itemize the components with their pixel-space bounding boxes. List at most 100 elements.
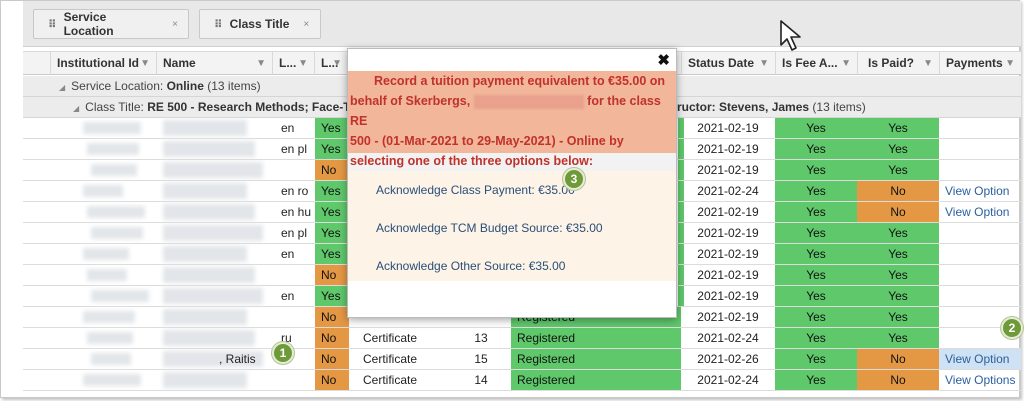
column-header-l2[interactable]: L... ▼ (314, 52, 348, 75)
column-header-is-paid[interactable]: Is Paid? ▼ (857, 52, 939, 75)
group-chip-class-title[interactable]: ⠿ Class Title × (199, 9, 321, 39)
table-row[interactable]: ru No Certificate 13 Registered 2021-02-24 Yes… (23, 328, 1021, 349)
group-row-class-title-tail: ructor: Stevens, James (13 items) (677, 97, 1021, 118)
group-chip-label: Class Title (229, 17, 290, 31)
filter-icon[interactable]: ▼ (298, 52, 308, 75)
number-cell: 15 (474, 352, 488, 366)
group-panel: ⠿ Service Location × ⠿ Class Title × (23, 1, 1021, 47)
status-date-cell: 2021-02-19 (697, 310, 759, 324)
view-option-link[interactable] (939, 265, 1021, 285)
l2-cell: No (315, 265, 349, 285)
filter-icon[interactable]: ▼ (841, 52, 851, 75)
view-option-link[interactable] (939, 244, 1021, 264)
is-paid-cell: No (857, 202, 939, 222)
is-paid-cell: Yes (857, 265, 939, 285)
filter-icon[interactable]: ▼ (923, 52, 933, 75)
redacted-name (163, 309, 247, 325)
view-option-link[interactable] (939, 139, 1021, 159)
column-header-name[interactable]: Name ▼ (156, 52, 272, 75)
redacted-id (83, 374, 141, 386)
language-cell (275, 265, 315, 285)
option-other-source[interactable]: Acknowledge Other Source: €35.00 (376, 259, 565, 273)
status-date-cell: 2021-02-19 (697, 247, 759, 261)
language-cell: en pl (281, 142, 308, 156)
status-date-cell: 2021-02-19 (697, 226, 759, 240)
view-option-link[interactable]: View Option (939, 349, 1021, 369)
step-badge-1: 1 (272, 342, 294, 364)
group-chip-label: Service Location (63, 10, 114, 38)
option-class-payment[interactable]: Acknowledge Class Payment: €35.00 (376, 183, 575, 197)
is-paid-cell: Yes (857, 160, 939, 180)
view-option-link[interactable]: View Option (939, 181, 1021, 201)
view-option-link[interactable] (939, 118, 1021, 138)
l2-cell: No (315, 328, 349, 348)
is-paid-cell: Yes (857, 286, 939, 306)
language-cell: en (281, 247, 295, 261)
is-paid-cell: Yes (857, 118, 939, 138)
option-tcm-budget[interactable]: Acknowledge TCM Budget Source: €35.00 (376, 221, 603, 235)
l2-cell: No (315, 160, 349, 180)
table-row[interactable]: , Raitis No Certificate 15 Registered 2021-02… (23, 349, 1021, 370)
redacted-id (87, 206, 145, 218)
filter-icon[interactable]: ▼ (256, 52, 266, 75)
status-date-cell: 2021-02-19 (697, 121, 759, 135)
is-fee-cell: Yes (775, 181, 857, 201)
l2-cell: Yes (315, 181, 349, 201)
grip-icon: ⠿ (214, 17, 223, 31)
status-date-cell: 2021-02-19 (697, 289, 759, 303)
name-cell: , Raitis (219, 352, 256, 366)
table-row[interactable]: No Certificate 14 Registered 2021-02-24 Yes No… (23, 370, 1021, 391)
column-header-l1[interactable]: L... ▼ (272, 52, 314, 75)
redacted-id (83, 311, 135, 323)
group-count: (13 items) (812, 100, 866, 114)
is-fee-cell: Yes (775, 307, 857, 327)
group-value-tail: ructor: Stevens, James (677, 100, 810, 114)
filter-icon[interactable]: ▼ (140, 52, 150, 75)
close-icon[interactable]: ✖ (657, 51, 670, 69)
collapse-triangle-icon[interactable]: ◢ (73, 104, 79, 113)
is-fee-cell: Yes (775, 160, 857, 180)
group-chip-service-location[interactable]: ⠿ Service Location × (33, 9, 189, 39)
l2-cell: Yes (315, 223, 349, 243)
redacted-name (163, 141, 255, 157)
redacted-name (473, 94, 584, 109)
redacted-id (91, 227, 143, 239)
is-fee-cell: Yes (775, 349, 857, 369)
redacted-name (163, 372, 247, 388)
status-date-cell: 2021-02-24 (697, 331, 759, 345)
redacted-name (163, 120, 247, 136)
view-option-link[interactable] (939, 286, 1021, 306)
payment-dialog: ✖ Record a tuition payment equivalent to… (347, 48, 677, 318)
close-icon[interactable]: × (172, 19, 178, 30)
status-cell: Registered (511, 328, 681, 348)
l2-cell: Yes (315, 244, 349, 264)
language-cell (275, 160, 315, 180)
mouse-pointer-icon (780, 20, 801, 51)
column-header-institutional-id[interactable]: Institutional Id ▼ (50, 52, 156, 75)
redacted-name (163, 225, 263, 241)
column-header-payments[interactable]: Payments ▼ (939, 52, 1021, 75)
collapse-triangle-icon[interactable]: ◢ (59, 83, 65, 92)
l2-cell: No (315, 349, 349, 369)
redacted-id (83, 248, 129, 260)
language-cell: en ro (281, 184, 309, 198)
filter-icon[interactable]: ▼ (332, 52, 342, 75)
number-cell: 13 (474, 331, 488, 345)
column-label: Payments (946, 56, 1003, 70)
language-cell: en hu (281, 205, 312, 219)
view-option-link[interactable] (939, 160, 1021, 180)
filter-icon[interactable]: ▼ (759, 52, 769, 75)
view-option-link[interactable] (939, 223, 1021, 243)
close-icon[interactable]: × (303, 19, 309, 30)
view-option-link[interactable]: View Option (939, 202, 1021, 222)
is-fee-cell: Yes (775, 328, 857, 348)
dialog-titlebar: ✖ (348, 49, 676, 71)
column-label: Institutional Id (57, 56, 139, 70)
status-date-cell: 2021-02-19 (697, 268, 759, 282)
column-label: Name (163, 56, 196, 70)
filter-icon[interactable]: ▼ (1005, 52, 1015, 75)
column-header-status-date[interactable]: Status Date ▼ (681, 52, 775, 75)
column-header-is-fee[interactable]: Is Fee A... ▼ (775, 52, 857, 75)
l2-cell: No (315, 370, 349, 390)
view-option-link[interactable]: View Options (939, 370, 1021, 390)
